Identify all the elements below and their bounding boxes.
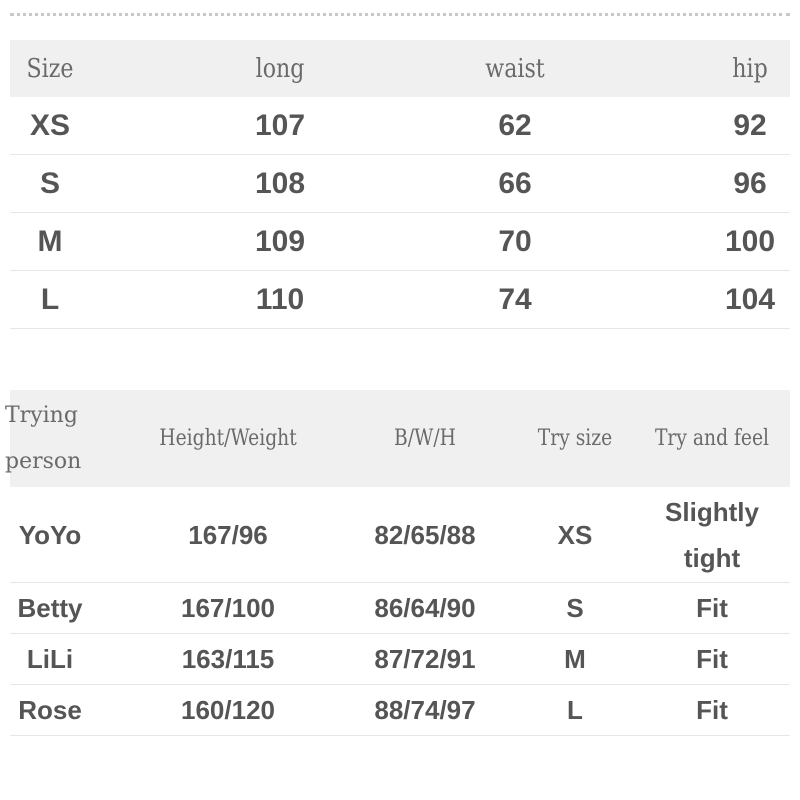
cell-feel: Fit bbox=[696, 695, 728, 725]
header-waist: waist bbox=[485, 53, 545, 84]
cell-hip: 100 bbox=[724, 224, 776, 258]
cell-try-size: L bbox=[567, 695, 583, 725]
header-bwh: B/W/H bbox=[394, 425, 456, 451]
cell-size: L bbox=[40, 282, 60, 316]
cell-long: 107 bbox=[254, 108, 306, 142]
header-try-size: Try size bbox=[537, 425, 613, 451]
cell-waist: 62 bbox=[498, 108, 532, 142]
cell-size: XS bbox=[29, 108, 71, 142]
header-long: long bbox=[255, 53, 305, 84]
cell-height-weight: 160/120 bbox=[181, 695, 275, 725]
cell-waist: 74 bbox=[498, 282, 532, 316]
cell-person: Rose bbox=[18, 695, 82, 725]
cell-bwh: 82/65/88 bbox=[374, 519, 476, 550]
cell-feel: Slightly tight bbox=[665, 496, 759, 573]
cell-long: 110 bbox=[255, 282, 305, 316]
try-row: LiLi 163/115 87/72/91 M Fit bbox=[10, 634, 790, 685]
cell-hip: 104 bbox=[724, 282, 776, 316]
size-row: M 109 70 100 bbox=[10, 213, 790, 271]
cell-feel: Fit bbox=[696, 644, 728, 674]
try-table-header: Trying person Height/Weight B/W/H Try si… bbox=[5, 390, 790, 487]
size-row: XS 107 62 92 bbox=[10, 97, 790, 155]
cell-height-weight: 167/100 bbox=[181, 593, 275, 623]
cell-waist: 70 bbox=[498, 224, 532, 258]
size-table-header: Size long waist hip bbox=[10, 40, 790, 97]
cell-long: 108 bbox=[254, 166, 306, 200]
cell-person: YoYo bbox=[18, 519, 82, 550]
header-size: Size bbox=[26, 53, 74, 84]
cell-hip: 92 bbox=[733, 108, 767, 142]
cell-try-size: M bbox=[564, 644, 586, 674]
try-row: YoYo 167/96 82/65/88 XS Slightly tight bbox=[10, 487, 790, 583]
cell-try-size: S bbox=[566, 593, 584, 623]
cell-hip: 96 bbox=[733, 166, 767, 200]
size-row: L 110 74 104 bbox=[10, 271, 790, 329]
try-row: Betty 167/100 86/64/90 S Fit bbox=[10, 583, 790, 634]
size-table: Size long waist hip XS 107 62 92 S 108 66 96 M 10… bbox=[10, 40, 790, 329]
cell-try-size: XS bbox=[557, 519, 593, 550]
try-row: Rose 160/120 88/74/97 L Fit bbox=[10, 685, 790, 736]
dotted-divider bbox=[10, 13, 790, 16]
header-hip: hip bbox=[732, 53, 768, 84]
cell-height-weight: 163/115 bbox=[181, 644, 275, 674]
cell-size: S bbox=[39, 166, 61, 200]
try-on-table: Trying person Height/Weight B/W/H Try si… bbox=[5, 390, 790, 736]
header-height-weight: Height/Weight bbox=[159, 425, 297, 451]
cell-long: 109 bbox=[254, 224, 306, 258]
cell-size: M bbox=[37, 224, 63, 258]
header-try-and-feel: Try and feel bbox=[654, 425, 770, 451]
cell-person: LiLi bbox=[26, 644, 74, 674]
header-trying-person: Trying person bbox=[5, 402, 82, 474]
cell-bwh: 87/72/91 bbox=[374, 644, 476, 674]
cell-height-weight: 167/96 bbox=[188, 519, 268, 550]
cell-feel: Fit bbox=[696, 593, 728, 623]
size-row: S 108 66 96 bbox=[10, 155, 790, 213]
cell-person: Betty bbox=[17, 593, 83, 623]
cell-bwh: 86/64/90 bbox=[374, 593, 476, 623]
cell-bwh: 88/74/97 bbox=[374, 695, 476, 725]
cell-waist: 66 bbox=[498, 166, 532, 200]
